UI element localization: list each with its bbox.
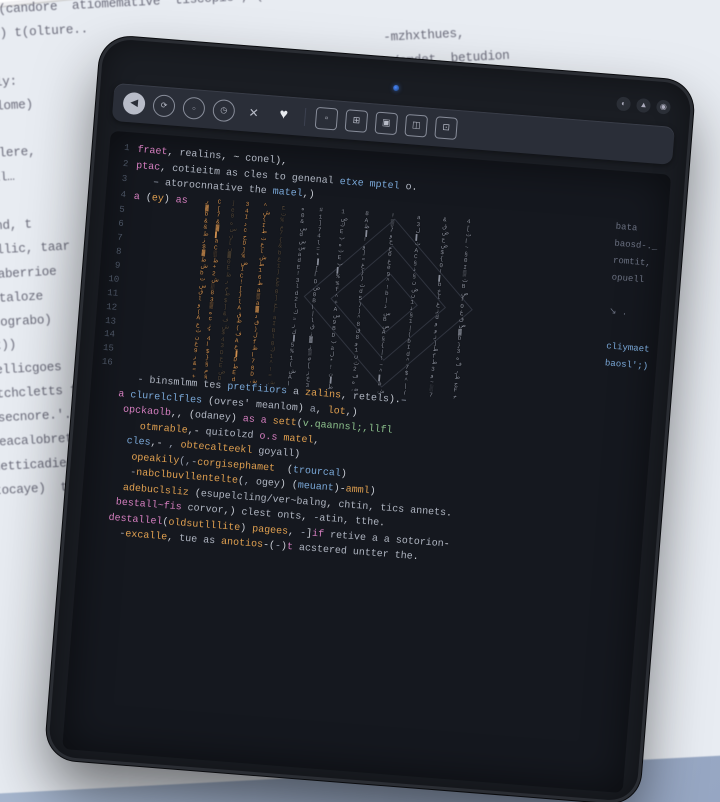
line-number xyxy=(96,385,119,402)
line-number xyxy=(85,524,108,541)
layout-panel-4-button[interactable]: ◫ xyxy=(404,114,428,138)
line-number: 4 xyxy=(111,188,134,205)
layout-panel-3-button[interactable]: ▣ xyxy=(374,112,398,136)
line-number: 3 xyxy=(112,172,135,189)
side-hint: baosl';) xyxy=(604,355,648,375)
favorite-button[interactable]: ♥ xyxy=(272,103,296,127)
line-number xyxy=(97,370,120,387)
front-camera xyxy=(393,85,399,91)
code-editor[interactable]: 1fraet, realins, ~ conel),2ptac, cotieit… xyxy=(62,131,671,793)
side-hint: ↘ . xyxy=(608,304,652,324)
line-number xyxy=(93,416,116,433)
line-number xyxy=(90,462,113,479)
line-number: 2 xyxy=(114,157,137,174)
close-button[interactable]: ✕ xyxy=(242,101,266,125)
line-number: 1 xyxy=(115,141,138,158)
toolbar-separator xyxy=(304,108,306,126)
line-number xyxy=(88,478,111,495)
line-number xyxy=(91,447,114,464)
moon-icon: ◐ xyxy=(616,96,631,111)
back-button[interactable]: ◀ xyxy=(122,92,146,116)
target-button[interactable]: ○ xyxy=(182,96,206,120)
layout-panel-2-button[interactable]: ⊞ xyxy=(345,109,369,133)
flame-icon: ▲ xyxy=(636,98,651,113)
clock-button[interactable]: ◷ xyxy=(212,99,236,123)
water-icon: ◉ xyxy=(656,100,671,115)
tablet-device: ◐ ▲ ◉ ◀ ⟳ ○ ◷ ✕ ♥ ▫ ⊞ ▣ ◫ ⊡ 1fraet, real… xyxy=(48,38,693,802)
line-number xyxy=(87,493,110,510)
status-icons: ◐ ▲ ◉ xyxy=(616,96,671,114)
layout-panel-1-button[interactable]: ▫ xyxy=(315,107,339,131)
line-number xyxy=(92,432,115,449)
refresh-button[interactable]: ⟳ xyxy=(152,94,176,118)
layout-panel-5-button[interactable]: ⊡ xyxy=(434,116,458,140)
line-number xyxy=(94,401,117,418)
line-number xyxy=(86,509,109,526)
